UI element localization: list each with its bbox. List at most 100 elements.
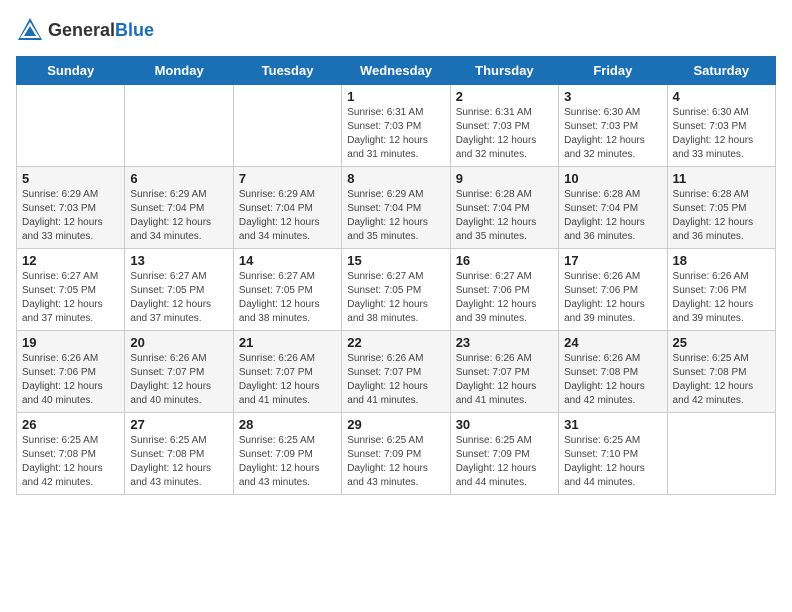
calendar-cell: 2 Sunrise: 6:31 AM Sunset: 7:03 PM Daylig… [450,85,558,167]
logo-icon [16,16,44,44]
calendar-cell: 16Sunrise: 6:27 AM Sunset: 7:06 PM Dayli… [450,249,558,331]
day-number: 31 [564,417,661,432]
col-header-friday: Friday [559,57,667,85]
day-info: Sunrise: 6:25 AM Sunset: 7:08 PM Dayligh… [130,434,227,490]
calendar-cell: 9 Sunrise: 6:28 AM Sunset: 7:04 PM Daylig… [450,167,558,249]
calendar-cell: 13 Sunrise: 6:27 AM Sunset: 7:05 PM Dayli… [125,249,233,331]
calendar-cell: 4 Sunrise: 6:30 AM Sunset: 7:03 PM Daylig… [667,85,775,167]
calendar-cell: 31Sunrise: 6:25 AM Sunset: 7:10 PM Dayli… [559,413,667,495]
page-header: GeneralBlue [16,16,776,44]
day-info: Sunrise: 6:29 AM Sunset: 7:04 PM Dayligh… [347,188,444,244]
day-number: 6 [130,171,227,186]
calendar-week-5: 26 Sunrise: 6:25 AM Sunset: 7:08 PM Dayli… [17,413,776,495]
calendar-cell: 25 Sunrise: 6:25 AM Sunset: 7:08 PM Dayli… [667,331,775,413]
calendar-cell [667,413,775,495]
calendar-cell: 18Sunrise: 6:26 AM Sunset: 7:06 PM Dayli… [667,249,775,331]
day-info: Sunrise: 6:28 AM Sunset: 7:05 PM Dayligh… [673,188,770,244]
day-number: 30 [456,417,553,432]
day-info: Sunrise: 6:31 AM Sunset: 7:03 PM Dayligh… [347,106,444,162]
calendar-cell: 27 Sunrise: 6:25 AM Sunset: 7:08 PM Dayli… [125,413,233,495]
day-info: Sunrise: 6:25 AM Sunset: 7:09 PM Dayligh… [239,434,336,490]
day-info: Sunrise: 6:27 AM Sunset: 7:05 PM Dayligh… [130,270,227,326]
day-number: 22 [347,335,444,350]
day-number: 5 [22,171,119,186]
calendar-cell: 30 Sunrise: 6:25 AM Sunset: 7:09 PM Dayli… [450,413,558,495]
day-info: Sunrise: 6:26 AM Sunset: 7:07 PM Dayligh… [456,352,553,408]
calendar-cell: 1 Sunrise: 6:31 AM Sunset: 7:03 PM Daylig… [342,85,450,167]
day-number: 25 [673,335,770,350]
calendar-cell: 23 Sunrise: 6:26 AM Sunset: 7:07 PM Dayli… [450,331,558,413]
day-number: 15 [347,253,444,268]
day-info: Sunrise: 6:26 AM Sunset: 7:06 PM Dayligh… [564,270,661,326]
day-number: 27 [130,417,227,432]
day-number: 12 [22,253,119,268]
calendar-week-3: 12 Sunrise: 6:27 AM Sunset: 7:05 PM Dayli… [17,249,776,331]
calendar-cell [233,85,341,167]
day-number: 11 [673,171,770,186]
day-number: 16 [456,253,553,268]
logo-blue: Blue [115,20,154,40]
day-info: Sunrise: 6:26 AM Sunset: 7:07 PM Dayligh… [239,352,336,408]
day-info: Sunrise: 6:30 AM Sunset: 7:03 PM Dayligh… [673,106,770,162]
day-info: Sunrise: 6:26 AM Sunset: 7:07 PM Dayligh… [130,352,227,408]
day-info: Sunrise: 6:25 AM Sunset: 7:09 PM Dayligh… [347,434,444,490]
day-number: 9 [456,171,553,186]
col-header-sunday: Sunday [17,57,125,85]
col-header-wednesday: Wednesday [342,57,450,85]
day-number: 26 [22,417,119,432]
day-number: 14 [239,253,336,268]
calendar-cell: 20 Sunrise: 6:26 AM Sunset: 7:07 PM Dayli… [125,331,233,413]
day-info: Sunrise: 6:26 AM Sunset: 7:06 PM Dayligh… [22,352,119,408]
day-number: 23 [456,335,553,350]
calendar-week-1: 1 Sunrise: 6:31 AM Sunset: 7:03 PM Daylig… [17,85,776,167]
logo: GeneralBlue [16,16,154,44]
day-number: 17 [564,253,661,268]
day-info: Sunrise: 6:27 AM Sunset: 7:05 PM Dayligh… [239,270,336,326]
calendar-cell: 17 Sunrise: 6:26 AM Sunset: 7:06 PM Dayli… [559,249,667,331]
col-header-tuesday: Tuesday [233,57,341,85]
day-info: Sunrise: 6:29 AM Sunset: 7:04 PM Dayligh… [130,188,227,244]
calendar-cell: 15Sunrise: 6:27 AM Sunset: 7:05 PM Dayli… [342,249,450,331]
day-info: Sunrise: 6:31 AM Sunset: 7:03 PM Dayligh… [456,106,553,162]
calendar-cell: 21 Sunrise: 6:26 AM Sunset: 7:07 PM Dayli… [233,331,341,413]
calendar-cell [17,85,125,167]
day-number: 28 [239,417,336,432]
day-number: 19 [22,335,119,350]
calendar-cell [125,85,233,167]
day-info: Sunrise: 6:27 AM Sunset: 7:05 PM Dayligh… [22,270,119,326]
day-info: Sunrise: 6:28 AM Sunset: 7:04 PM Dayligh… [456,188,553,244]
calendar-header-row: SundayMondayTuesdayWednesdayThursdayFrid… [17,57,776,85]
day-number: 20 [130,335,227,350]
day-info: Sunrise: 6:26 AM Sunset: 7:08 PM Dayligh… [564,352,661,408]
calendar-cell: 8Sunrise: 6:29 AM Sunset: 7:04 PM Daylig… [342,167,450,249]
day-number: 1 [347,89,444,104]
calendar-cell: 11 Sunrise: 6:28 AM Sunset: 7:05 PM Dayli… [667,167,775,249]
day-info: Sunrise: 6:25 AM Sunset: 7:09 PM Dayligh… [456,434,553,490]
day-number: 18 [673,253,770,268]
day-number: 4 [673,89,770,104]
col-header-monday: Monday [125,57,233,85]
calendar-cell: 22 Sunrise: 6:26 AM Sunset: 7:07 PM Dayli… [342,331,450,413]
calendar-cell: 7Sunrise: 6:29 AM Sunset: 7:04 PM Daylig… [233,167,341,249]
calendar-cell: 12 Sunrise: 6:27 AM Sunset: 7:05 PM Dayli… [17,249,125,331]
day-info: Sunrise: 6:26 AM Sunset: 7:07 PM Dayligh… [347,352,444,408]
col-header-saturday: Saturday [667,57,775,85]
calendar-cell: 5Sunrise: 6:29 AM Sunset: 7:03 PM Daylig… [17,167,125,249]
day-info: Sunrise: 6:29 AM Sunset: 7:04 PM Dayligh… [239,188,336,244]
calendar-cell: 19 Sunrise: 6:26 AM Sunset: 7:06 PM Dayli… [17,331,125,413]
day-number: 21 [239,335,336,350]
day-info: Sunrise: 6:25 AM Sunset: 7:08 PM Dayligh… [673,352,770,408]
day-number: 13 [130,253,227,268]
calendar-cell: 3 Sunrise: 6:30 AM Sunset: 7:03 PM Daylig… [559,85,667,167]
calendar-cell: 24Sunrise: 6:26 AM Sunset: 7:08 PM Dayli… [559,331,667,413]
calendar-cell: 29Sunrise: 6:25 AM Sunset: 7:09 PM Dayli… [342,413,450,495]
day-number: 2 [456,89,553,104]
day-info: Sunrise: 6:28 AM Sunset: 7:04 PM Dayligh… [564,188,661,244]
logo-general: General [48,20,115,40]
day-info: Sunrise: 6:25 AM Sunset: 7:08 PM Dayligh… [22,434,119,490]
calendar-table: SundayMondayTuesdayWednesdayThursdayFrid… [16,56,776,495]
day-number: 3 [564,89,661,104]
day-info: Sunrise: 6:30 AM Sunset: 7:03 PM Dayligh… [564,106,661,162]
calendar-cell: 10 Sunrise: 6:28 AM Sunset: 7:04 PM Dayli… [559,167,667,249]
day-number: 10 [564,171,661,186]
